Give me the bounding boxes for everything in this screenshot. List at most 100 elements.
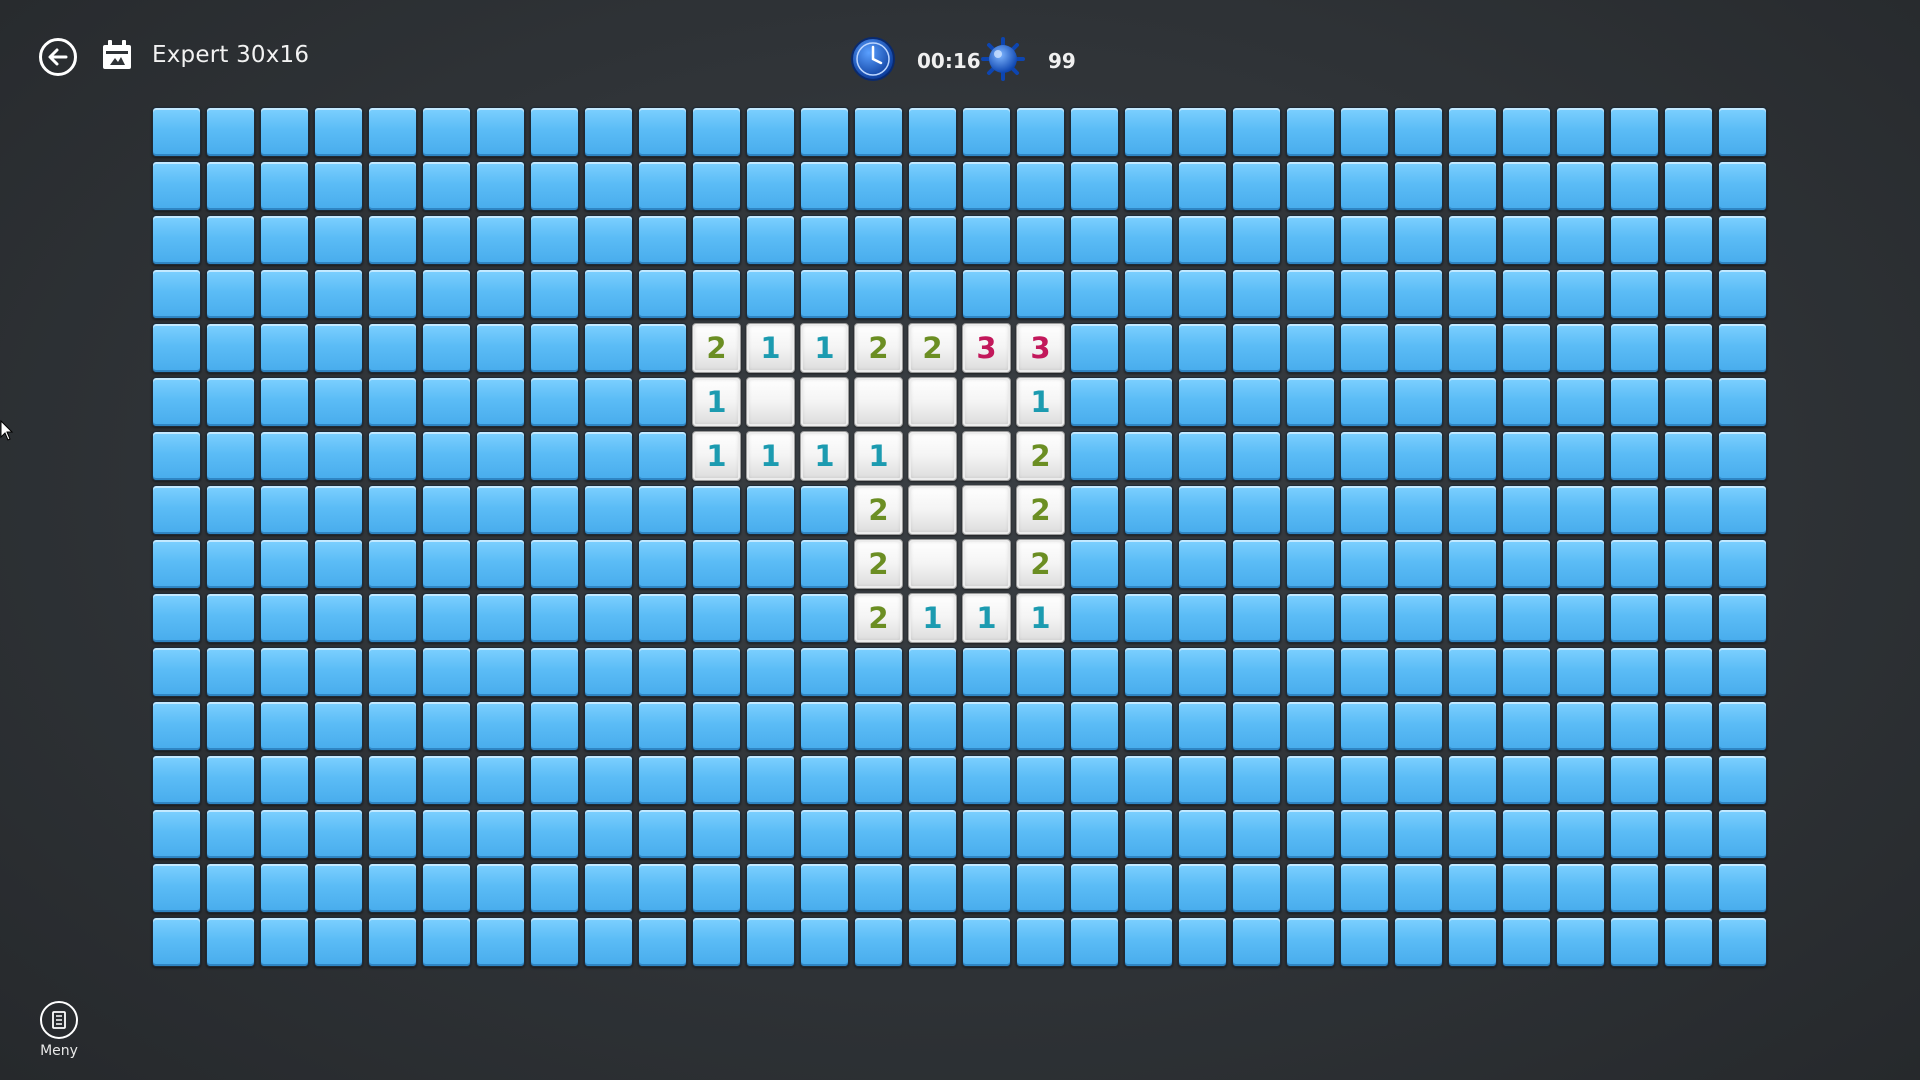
hidden-cell[interactable] xyxy=(854,863,903,913)
hidden-cell[interactable] xyxy=(1070,215,1119,265)
revealed-cell[interactable]: 3 xyxy=(1016,323,1065,373)
hidden-cell[interactable] xyxy=(206,593,255,643)
hidden-cell[interactable] xyxy=(1070,647,1119,697)
hidden-cell[interactable] xyxy=(584,161,633,211)
hidden-cell[interactable] xyxy=(1610,431,1659,481)
hidden-cell[interactable] xyxy=(1286,917,1335,967)
hidden-cell[interactable] xyxy=(476,377,525,427)
hidden-cell[interactable] xyxy=(1718,809,1767,859)
hidden-cell[interactable] xyxy=(584,215,633,265)
hidden-cell[interactable] xyxy=(422,215,471,265)
hidden-cell[interactable] xyxy=(476,107,525,157)
hidden-cell[interactable] xyxy=(1394,701,1443,751)
revealed-cell[interactable]: 2 xyxy=(854,323,903,373)
revealed-cell[interactable]: 2 xyxy=(1016,485,1065,535)
hidden-cell[interactable] xyxy=(1394,593,1443,643)
hidden-cell[interactable] xyxy=(1556,647,1605,697)
hidden-cell[interactable] xyxy=(1124,431,1173,481)
hidden-cell[interactable] xyxy=(638,323,687,373)
hidden-cell[interactable] xyxy=(422,539,471,589)
revealed-cell[interactable]: 1 xyxy=(800,431,849,481)
hidden-cell[interactable] xyxy=(962,917,1011,967)
hidden-cell[interactable] xyxy=(1718,215,1767,265)
hidden-cell[interactable] xyxy=(692,539,741,589)
hidden-cell[interactable] xyxy=(638,161,687,211)
hidden-cell[interactable] xyxy=(584,485,633,535)
hidden-cell[interactable] xyxy=(1070,431,1119,481)
hidden-cell[interactable] xyxy=(476,539,525,589)
hidden-cell[interactable] xyxy=(152,593,201,643)
hidden-cell[interactable] xyxy=(260,161,309,211)
hidden-cell[interactable] xyxy=(1124,539,1173,589)
hidden-cell[interactable] xyxy=(1016,161,1065,211)
hidden-cell[interactable] xyxy=(1502,215,1551,265)
hidden-cell[interactable] xyxy=(854,701,903,751)
hidden-cell[interactable] xyxy=(908,809,957,859)
hidden-cell[interactable] xyxy=(1610,539,1659,589)
hidden-cell[interactable] xyxy=(1502,377,1551,427)
hidden-cell[interactable] xyxy=(1124,269,1173,319)
hidden-cell[interactable] xyxy=(422,917,471,967)
hidden-cell[interactable] xyxy=(638,755,687,805)
revealed-cell[interactable] xyxy=(962,485,1011,535)
hidden-cell[interactable] xyxy=(206,269,255,319)
hidden-cell[interactable] xyxy=(1502,161,1551,211)
hidden-cell[interactable] xyxy=(638,269,687,319)
hidden-cell[interactable] xyxy=(368,269,417,319)
hidden-cell[interactable] xyxy=(1016,215,1065,265)
hidden-cell[interactable] xyxy=(800,107,849,157)
hidden-cell[interactable] xyxy=(1502,863,1551,913)
hidden-cell[interactable] xyxy=(1340,431,1389,481)
hidden-cell[interactable] xyxy=(530,647,579,697)
hidden-cell[interactable] xyxy=(1664,269,1713,319)
hidden-cell[interactable] xyxy=(476,323,525,373)
hidden-cell[interactable] xyxy=(1178,593,1227,643)
hidden-cell[interactable] xyxy=(260,323,309,373)
hidden-cell[interactable] xyxy=(1178,323,1227,373)
hidden-cell[interactable] xyxy=(314,269,363,319)
hidden-cell[interactable] xyxy=(746,917,795,967)
hidden-cell[interactable] xyxy=(1610,917,1659,967)
hidden-cell[interactable] xyxy=(314,323,363,373)
hidden-cell[interactable] xyxy=(1178,107,1227,157)
revealed-cell[interactable]: 2 xyxy=(854,593,903,643)
hidden-cell[interactable] xyxy=(1502,107,1551,157)
hidden-cell[interactable] xyxy=(1016,809,1065,859)
hidden-cell[interactable] xyxy=(1016,863,1065,913)
menu-button[interactable] xyxy=(40,1001,78,1039)
revealed-cell[interactable]: 1 xyxy=(1016,593,1065,643)
hidden-cell[interactable] xyxy=(476,269,525,319)
hidden-cell[interactable] xyxy=(800,485,849,535)
hidden-cell[interactable] xyxy=(1340,377,1389,427)
hidden-cell[interactable] xyxy=(260,377,309,427)
hidden-cell[interactable] xyxy=(638,809,687,859)
hidden-cell[interactable] xyxy=(1718,593,1767,643)
hidden-cell[interactable] xyxy=(584,917,633,967)
hidden-cell[interactable] xyxy=(1340,917,1389,967)
hidden-cell[interactable] xyxy=(422,863,471,913)
hidden-cell[interactable] xyxy=(1718,539,1767,589)
hidden-cell[interactable] xyxy=(962,215,1011,265)
hidden-cell[interactable] xyxy=(1448,701,1497,751)
hidden-cell[interactable] xyxy=(1286,485,1335,535)
hidden-cell[interactable] xyxy=(746,701,795,751)
hidden-cell[interactable] xyxy=(1178,755,1227,805)
hidden-cell[interactable] xyxy=(530,593,579,643)
hidden-cell[interactable] xyxy=(1718,701,1767,751)
hidden-cell[interactable] xyxy=(1610,593,1659,643)
hidden-cell[interactable] xyxy=(1286,701,1335,751)
hidden-cell[interactable] xyxy=(1448,917,1497,967)
hidden-cell[interactable] xyxy=(692,755,741,805)
hidden-cell[interactable] xyxy=(1232,593,1281,643)
hidden-cell[interactable] xyxy=(800,269,849,319)
hidden-cell[interactable] xyxy=(206,755,255,805)
hidden-cell[interactable] xyxy=(314,701,363,751)
hidden-cell[interactable] xyxy=(638,107,687,157)
hidden-cell[interactable] xyxy=(908,161,957,211)
hidden-cell[interactable] xyxy=(1286,377,1335,427)
hidden-cell[interactable] xyxy=(1232,647,1281,697)
hidden-cell[interactable] xyxy=(1448,593,1497,643)
hidden-cell[interactable] xyxy=(476,701,525,751)
hidden-cell[interactable] xyxy=(1016,107,1065,157)
hidden-cell[interactable] xyxy=(638,485,687,535)
